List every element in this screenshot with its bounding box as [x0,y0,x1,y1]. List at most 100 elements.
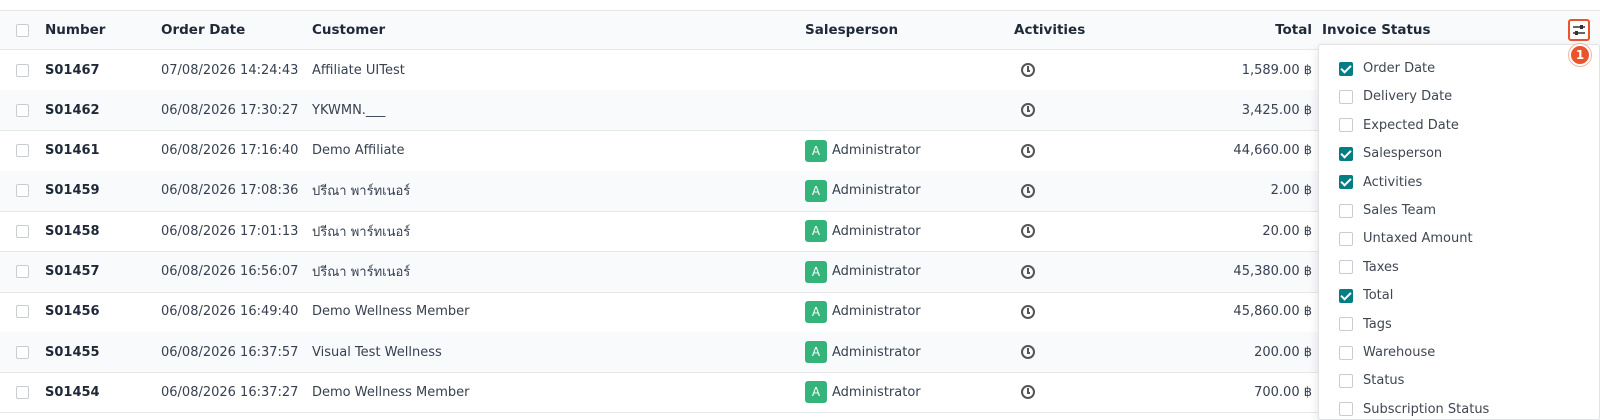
avatar: A [805,220,827,243]
activity-button[interactable] [1018,131,1038,171]
column-header-total[interactable]: Total [1150,11,1312,49]
row-checkbox[interactable] [16,292,30,332]
unchecked-checkbox[interactable] [1339,402,1353,417]
activity-button[interactable] [1018,171,1038,211]
checked-checkbox[interactable] [1339,61,1353,76]
checkbox-box[interactable] [16,144,29,158]
activity-button[interactable] [1018,372,1038,412]
unchecked-checkbox[interactable] [1339,203,1353,218]
column-header-number[interactable]: Number [45,11,105,49]
checkbox-box[interactable] [16,224,29,238]
row-checkbox[interactable] [16,50,30,90]
checked-checkbox[interactable] [1339,288,1353,303]
column-option-label: Taxes [1363,259,1399,275]
activity-button[interactable] [1018,252,1038,292]
order-total: 3,425.00 ฿ [1241,102,1312,118]
column-header-order-date[interactable]: Order Date [161,11,245,49]
row-checkbox[interactable] [16,252,30,292]
customer-name: YKWMN.___ [312,102,386,118]
order-number: S01454 [45,384,100,400]
row-checkbox[interactable] [16,171,30,211]
column-option-label: Salesperson [1363,146,1443,162]
order-total: 200.00 ฿ [1254,344,1312,360]
checkbox-box[interactable] [16,23,29,37]
column-option[interactable]: Salesperson [1339,139,1442,168]
order-date: 06/08/2026 17:01:13 [161,223,299,239]
checked-checkbox[interactable] [1339,146,1353,161]
column-option[interactable]: Subscription Status [1339,395,1489,419]
checkbox-box[interactable] [16,305,29,319]
unchecked-checkbox[interactable] [1339,118,1353,133]
order-date: 06/08/2026 17:30:27 [161,102,299,118]
column-option[interactable]: Activities [1339,168,1422,197]
order-total: 44,660.00 ฿ [1233,143,1312,159]
column-option[interactable]: Expected Date [1339,111,1459,140]
column-option-label: Sales Team [1363,203,1437,218]
column-option[interactable]: Status [1339,366,1404,395]
salesperson-name: Administrator [832,223,921,239]
checkbox-box[interactable] [16,63,29,77]
column-option[interactable]: Sales Team [1339,196,1436,225]
salesperson-name: Administrator [832,143,921,159]
order-number: S01467 [45,62,100,78]
column-header-customer[interactable]: Customer [312,11,385,49]
column-option[interactable]: Taxes [1339,253,1399,282]
checked-checkbox[interactable] [1339,175,1353,190]
unchecked-checkbox[interactable] [1339,317,1353,332]
checkbox-box[interactable] [16,265,29,278]
order-number: S01462 [45,102,100,118]
salesperson-name: Administrator [832,344,921,360]
activity-button[interactable] [1018,50,1038,90]
column-option[interactable]: Total [1339,281,1393,310]
checkbox-box[interactable] [16,385,29,399]
unchecked-checkbox[interactable] [1339,373,1353,388]
row-checkbox[interactable] [16,90,30,130]
row-checkbox[interactable] [16,332,30,372]
column-option-label: Status [1363,373,1405,389]
optional-columns-button[interactable] [1568,19,1590,41]
activity-button[interactable] [1018,332,1038,372]
sliders-icon [1573,25,1585,35]
column-option-label: Order Date [1363,61,1436,76]
clock-icon [1021,304,1035,319]
unchecked-checkbox[interactable] [1339,345,1353,360]
customer-name: ปรีณา พาร์ทเนอร์ [312,224,411,240]
column-option[interactable]: Untaxed Amount [1339,224,1473,253]
activity-button[interactable] [1018,211,1038,251]
column-option-label: Delivery Date [1363,89,1453,105]
checkbox-box[interactable] [16,103,29,117]
select-all-checkbox[interactable] [16,11,30,49]
column-option-label: Untaxed Amount [1363,231,1473,247]
clock-icon [1021,264,1035,279]
step-badge: 1 [1569,44,1591,66]
salesperson: A Administrator [805,131,921,171]
column-option-label: Tags [1363,316,1392,332]
row-checkbox[interactable] [16,211,30,251]
column-option-label: Warehouse [1363,345,1436,360]
unchecked-checkbox[interactable] [1339,260,1353,275]
column-header-salesperson[interactable]: Salesperson [805,11,898,49]
column-option[interactable]: Order Date [1339,54,1435,83]
column-header-activities[interactable]: Activities [1014,11,1085,49]
clock-icon [1021,345,1035,360]
row-checkbox[interactable] [16,372,30,412]
unchecked-checkbox[interactable] [1339,89,1353,104]
checkbox-box[interactable] [16,184,29,198]
activity-button[interactable] [1018,90,1038,130]
order-number: S01455 [45,344,100,360]
order-total: 45,860.00 ฿ [1233,304,1312,320]
checkbox-box[interactable] [16,345,29,359]
column-option[interactable]: Tags [1339,310,1392,339]
avatar: A [805,139,827,162]
column-option[interactable]: Warehouse [1339,338,1435,367]
avatar: A [805,300,827,323]
column-option[interactable]: Delivery Date [1339,82,1452,111]
row-checkbox[interactable] [16,131,30,171]
customer-name: Visual Test Wellness [312,344,442,360]
order-date: 06/08/2026 17:08:36 [161,183,299,199]
column-option-label: Total [1363,288,1394,304]
unchecked-checkbox[interactable] [1339,231,1353,246]
activity-button[interactable] [1018,292,1038,332]
customer-name: Affiliate UITest [312,62,405,78]
customer-name: Demo Affiliate [312,143,405,159]
